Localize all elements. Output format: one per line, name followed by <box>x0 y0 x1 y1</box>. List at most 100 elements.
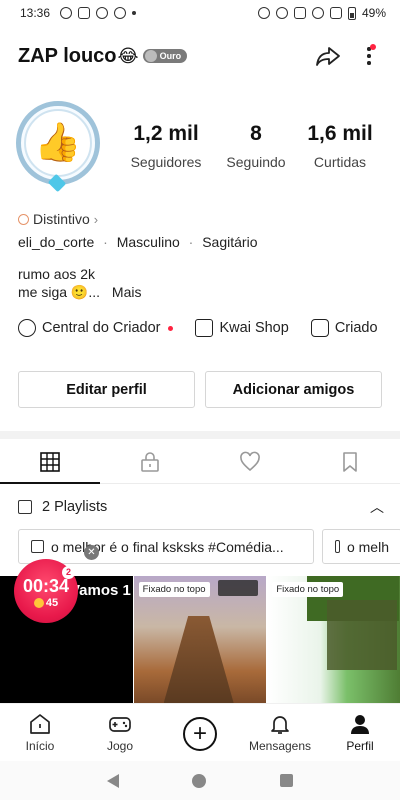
video-thumbnail[interactable]: Fixado no topo <box>133 576 267 703</box>
plus-icon: + <box>183 716 217 751</box>
battery-icon <box>347 6 356 20</box>
gamepad-icon <box>109 717 131 732</box>
stat-following[interactable]: 8 Seguindo <box>221 122 291 170</box>
playlists-count: 2 Playlists <box>42 499 108 515</box>
back-icon[interactable] <box>106 773 119 788</box>
kwai-shop-link[interactable]: Kwai Shop <box>195 319 289 337</box>
edit-profile-button[interactable]: Editar perfil <box>18 371 195 408</box>
chevron-right-icon: › <box>93 211 99 227</box>
nav-create[interactable]: + <box>160 704 240 761</box>
profile-stats: 1,2 mil Seguidores 8 Seguindo 1,6 mil Cu… <box>120 122 380 170</box>
profile-header: ZAP louco 😂 Ouro <box>18 38 388 74</box>
profile-actions: Editar perfil Adicionar amigos <box>18 371 382 408</box>
add-friends-button[interactable]: Adicionar amigos <box>205 371 382 408</box>
notification-dot <box>168 325 174 331</box>
block-image <box>327 600 398 670</box>
timer-value: 00:34 <box>22 575 70 596</box>
thumbs-up-avatar-icon: 👍 <box>24 109 92 177</box>
creator-link[interactable]: Criado <box>310 319 378 337</box>
stat-value: 8 <box>250 122 262 145</box>
badge-link[interactable]: Distintivo › <box>18 211 98 227</box>
avatar[interactable]: 👍 <box>12 97 104 193</box>
nav-label: Início <box>25 739 55 753</box>
more-options-button[interactable] <box>356 42 380 70</box>
video-thumbnail[interactable]: Fixado no topo <box>267 576 400 703</box>
username-emoji: 😂 <box>117 45 139 66</box>
grid-icon <box>40 451 60 472</box>
status-time: 13:36 <box>20 6 51 20</box>
tab-saved[interactable] <box>300 440 400 483</box>
tab-videos[interactable] <box>0 440 100 484</box>
coin-count: 45 <box>45 596 59 609</box>
nav-home[interactable]: Início <box>0 704 80 761</box>
medal-icon <box>18 213 29 225</box>
user-sign: Sagitário <box>202 234 258 250</box>
nav-game[interactable]: Jogo <box>80 704 160 761</box>
nav-messages[interactable]: Mensagens <box>240 704 320 761</box>
stat-label: Seguidores <box>130 154 202 170</box>
home-icon <box>30 714 50 734</box>
shortcut-label: Criado <box>334 320 378 336</box>
timer-badge-count: 2 <box>62 566 75 579</box>
timer-coins: 45 <box>33 596 59 609</box>
rank-medal-icon <box>144 50 157 62</box>
stat-value: 1,2 mil <box>133 122 199 145</box>
notification-dot <box>370 44 376 50</box>
alarm-icon <box>257 7 270 19</box>
chat-icon <box>114 7 127 19</box>
playlist-chip[interactable]: o melh <box>322 529 400 564</box>
playlist-icon <box>18 500 32 514</box>
lock-icon <box>141 451 159 472</box>
shopping-bag-icon <box>195 319 214 337</box>
bio-more-link[interactable]: Mais <box>112 284 142 300</box>
video-cover-title: Vamos 1 <box>70 582 131 599</box>
user-handle: eli_do_corte <box>18 234 95 250</box>
stat-label: Seguindo <box>226 154 286 170</box>
username: ZAP louco <box>18 44 117 67</box>
bottom-navigation: Início Jogo + Mensagens Perfil <box>0 703 400 761</box>
instagram-icon <box>78 7 91 19</box>
status-bar: 13:36 49% <box>0 0 400 26</box>
messenger-icon <box>96 7 109 19</box>
playlist-icon <box>335 540 340 553</box>
bio: rumo aos 2k me siga 🙂... Mais <box>18 265 141 301</box>
close-icon[interactable]: ✕ <box>84 545 99 560</box>
pinned-tag: Fixado no topo <box>272 582 344 597</box>
signal-icon <box>329 7 342 19</box>
rank-badge-label: Ouro <box>159 51 182 61</box>
profile-info: eli_do_corte · Masculino · Sagitário <box>18 234 257 250</box>
share-button[interactable] <box>314 42 342 70</box>
tab-private[interactable] <box>100 440 200 483</box>
vibrate-icon <box>293 7 306 19</box>
rank-badge[interactable]: Ouro <box>142 49 188 63</box>
notification-icon <box>60 7 73 19</box>
bluetooth-icon <box>275 7 288 19</box>
stat-value: 1,6 mil <box>307 122 373 145</box>
playlist-chip[interactable]: o melhor é o final ksksks #Comédia... <box>18 529 314 564</box>
game-hud-image <box>218 580 259 596</box>
chevron-up-icon[interactable]: ︿ <box>370 497 384 517</box>
section-divider <box>0 431 400 439</box>
more-dot-icon <box>367 54 371 58</box>
nav-profile[interactable]: Perfil <box>320 704 400 761</box>
playlists-header[interactable]: 2 Playlists ︿ <box>18 497 384 517</box>
coin-icon <box>33 597 44 608</box>
home-circle-icon[interactable] <box>192 773 207 788</box>
nav-label: Jogo <box>106 739 134 753</box>
recent-apps-icon[interactable] <box>280 774 294 787</box>
nav-label: Perfil <box>346 739 374 753</box>
battery-level: 49% <box>361 6 386 20</box>
tab-liked[interactable] <box>200 440 300 483</box>
playlist-chips: o melhor é o final ksksks #Comédia... o … <box>18 529 400 564</box>
stat-followers[interactable]: 1,2 mil Seguidores <box>120 122 212 170</box>
content-tabs <box>0 440 400 484</box>
more-dot-icon <box>367 61 371 65</box>
bolt-icon <box>18 319 36 337</box>
playlist-icon <box>31 540 44 553</box>
pinned-tag: Fixado no topo <box>138 582 210 597</box>
game-track-image <box>163 616 234 703</box>
stat-likes[interactable]: 1,6 mil Curtidas <box>300 122 380 170</box>
bio-line: me siga 🙂... <box>18 284 101 300</box>
creator-center-link[interactable]: Central do Criador <box>18 319 174 337</box>
profile-icon <box>351 715 369 734</box>
